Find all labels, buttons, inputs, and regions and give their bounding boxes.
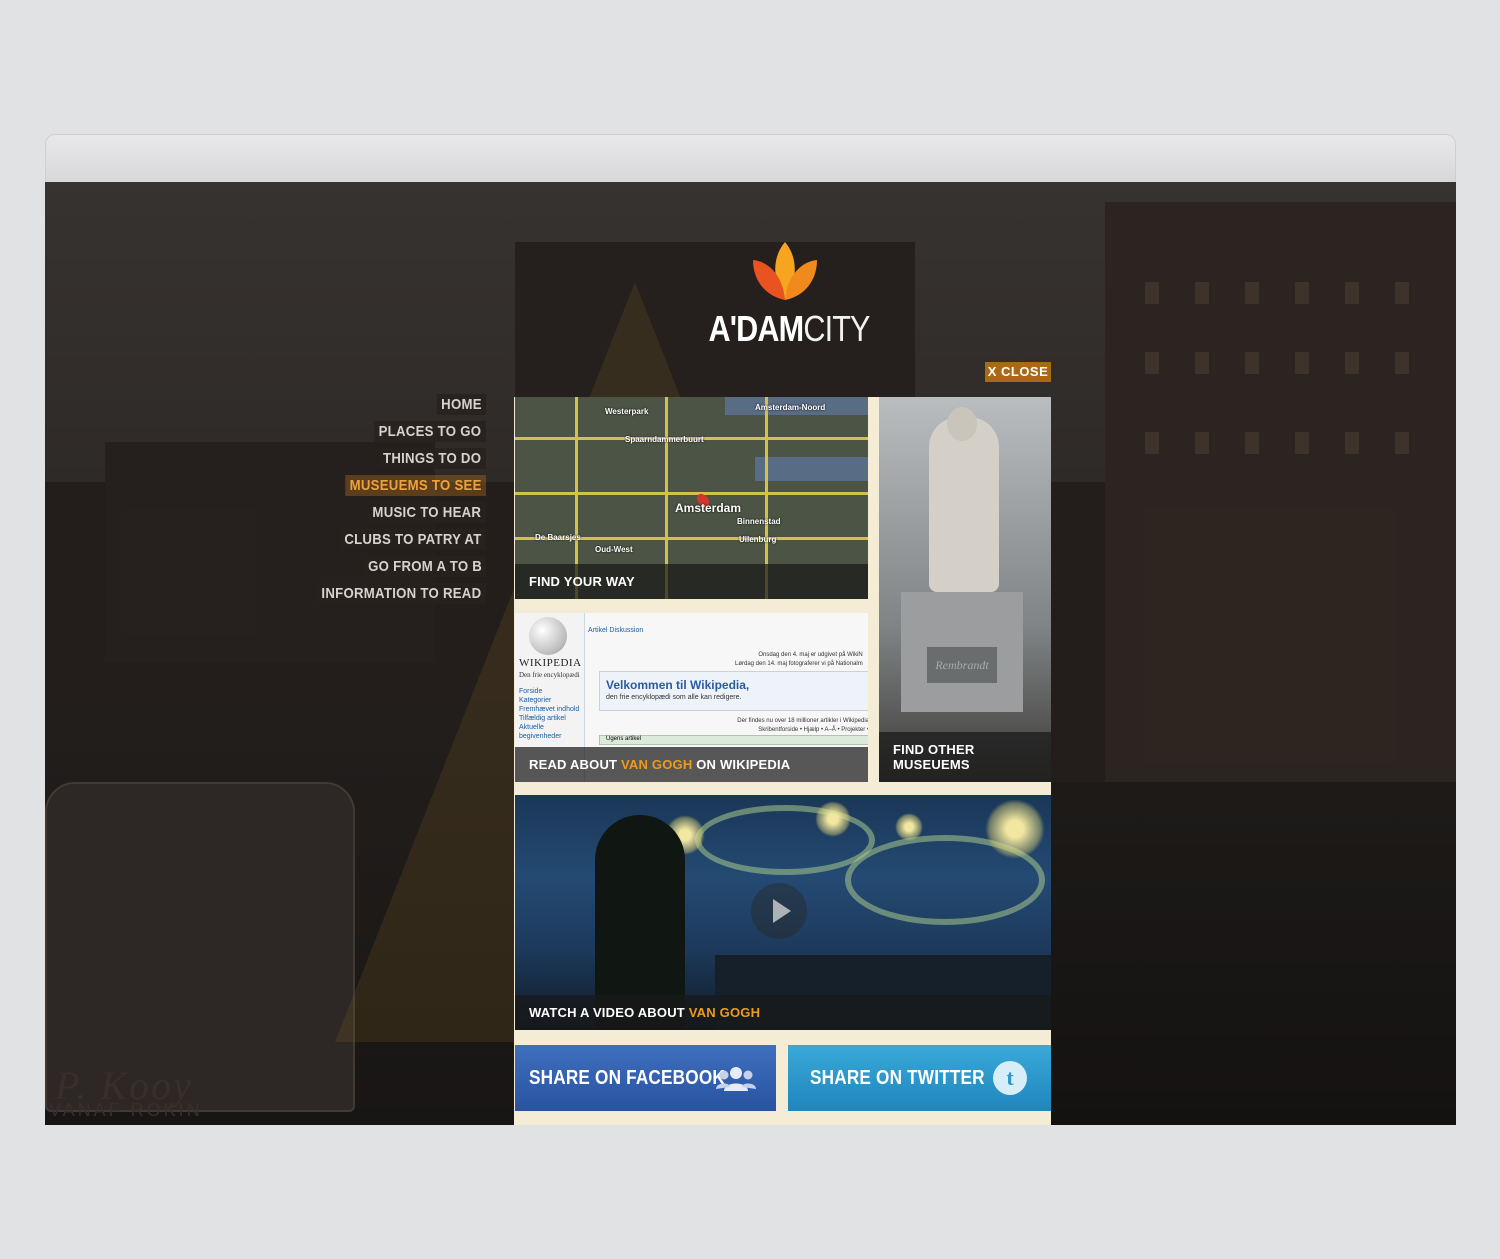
map-label: Amsterdam-Noord [755,403,826,412]
wiki-logo-text: WIKIPEDIA [519,657,582,669]
wikipedia-caption: READ ABOUT VAN GOGH ON WIKIPEDIA [515,747,868,782]
wiki-title: Velkommen til Wikipedia, [606,678,750,692]
painting-star [815,801,851,837]
wiki-subtitle: den frie encyklopædi som alle kan redige… [606,694,742,701]
caption-highlight: VAN GOGH [621,757,693,772]
logo-thin: CITY [803,308,870,349]
caption-text: ON WIKIPEDIA [692,757,791,772]
browser-chrome [45,134,1456,182]
close-button[interactable]: X CLOSE [985,362,1051,382]
wikipedia-tile[interactable]: WIKIPEDIA Den frie encyklopædi Forside K… [515,613,868,782]
museums-tile[interactable]: Rembrandt FIND OTHER MUSEUEMS [879,397,1051,782]
map-road [515,492,868,495]
share-twitter-label: SHARE ON TWITTER [810,1067,985,1089]
museums-caption: FIND OTHER MUSEUEMS [879,732,1051,782]
nav-item-go-from-a-to-b[interactable]: GO FROM A TO B [363,556,486,577]
browser-window: P. Kooy VANAF ROKIN HOME PLACES TO GO TH… [45,134,1456,1125]
map-water [755,457,868,481]
wiki-side-link: Fremhævet indhold [519,706,580,713]
wiki-dates: Onsdag den 4. maj er udgivet på WikiN Lø… [735,652,863,667]
wikipedia-globe-icon [529,617,567,655]
caption-highlight: VAN GOGH [688,1005,761,1020]
map-label: Spaarndammerbuurt [625,435,704,444]
statue-figure [929,417,999,592]
wiki-tabs: Artikel Diskussion [588,627,644,634]
map-label: Amsterdam [675,501,742,515]
statue-head [947,407,977,441]
painting-star [895,813,923,841]
museums-caption-line1: FIND OTHER [893,742,975,757]
wiki-welcome-box: Velkommen til Wikipedia, den frie encykl… [599,671,868,711]
wiki-side-link: Forside [519,688,543,695]
nav-item-places-to-go[interactable]: PLACES TO GO [374,421,486,442]
nav-item-music-to-hear[interactable]: MUSIC TO HEAR [368,502,486,523]
wiki-logo-sub: Den frie encyklopædi [519,671,580,679]
map-label: De Baarsjes [535,533,581,542]
map-label: Oud-West [595,545,633,554]
users-icon [716,1067,756,1091]
logo-bold: A'DAM [708,308,805,349]
video-caption: WATCH A VIDEO ABOUT VAN GOGH [515,995,1051,1030]
wiki-featured: Ugens artikel [599,735,868,745]
site-logo[interactable]: A'DAMCITY [695,238,875,350]
video-tile[interactable]: WATCH A VIDEO ABOUT VAN GOGH [515,795,1051,1030]
wiki-side-links: Forside Kategorier Fremhævet indhold Til… [519,687,584,741]
main-nav: HOME PLACES TO GO THINGS TO DO MUSEUEMS … [294,394,486,604]
play-icon[interactable] [751,883,807,939]
painting-moon [985,799,1045,859]
caption-text: READ ABOUT [529,757,621,772]
nav-item-clubs[interactable]: CLUBS TO PATRY AT [339,529,486,550]
twitter-icon: t [993,1061,1027,1095]
tulip-icon [753,242,817,300]
content-panel: Amsterdam Westerpark Spaarndammerbuurt D… [514,397,1051,1125]
wiki-side-link: Kategorier [519,697,552,704]
logo-wordmark: A'DAMCITY [708,308,871,350]
map-label: Westerpark [605,407,649,416]
statue-plate: Rembrandt [927,647,997,683]
map-caption: FIND YOUR WAY [515,564,868,599]
wiki-side-link: Tilfældig artikel [519,715,566,722]
nav-item-home[interactable]: HOME [436,394,486,415]
page-viewport: P. Kooy VANAF ROKIN HOME PLACES TO GO TH… [45,182,1456,1125]
map-tile[interactable]: Amsterdam Westerpark Spaarndammerbuurt D… [515,397,868,599]
nav-item-information[interactable]: INFORMATION TO READ [317,583,486,604]
share-twitter-button[interactable]: SHARE ON TWITTER t [788,1045,1051,1111]
share-facebook-label: SHARE ON FACEBOOK [529,1067,725,1089]
map-label: Binnenstad [737,517,781,526]
nav-item-things-to-do[interactable]: THINGS TO DO [378,448,486,469]
caption-text: WATCH A VIDEO ABOUT [529,1005,689,1020]
map-label: Uilenburg [739,535,777,544]
museums-caption-line2: MUSEUEMS [893,757,970,772]
wiki-side-link: Aktuelle begivenheder [519,724,562,740]
nav-item-museums-to-see[interactable]: MUSEUEMS TO SEE [345,475,486,496]
share-facebook-button[interactable]: SHARE ON FACEBOOK [515,1045,776,1111]
